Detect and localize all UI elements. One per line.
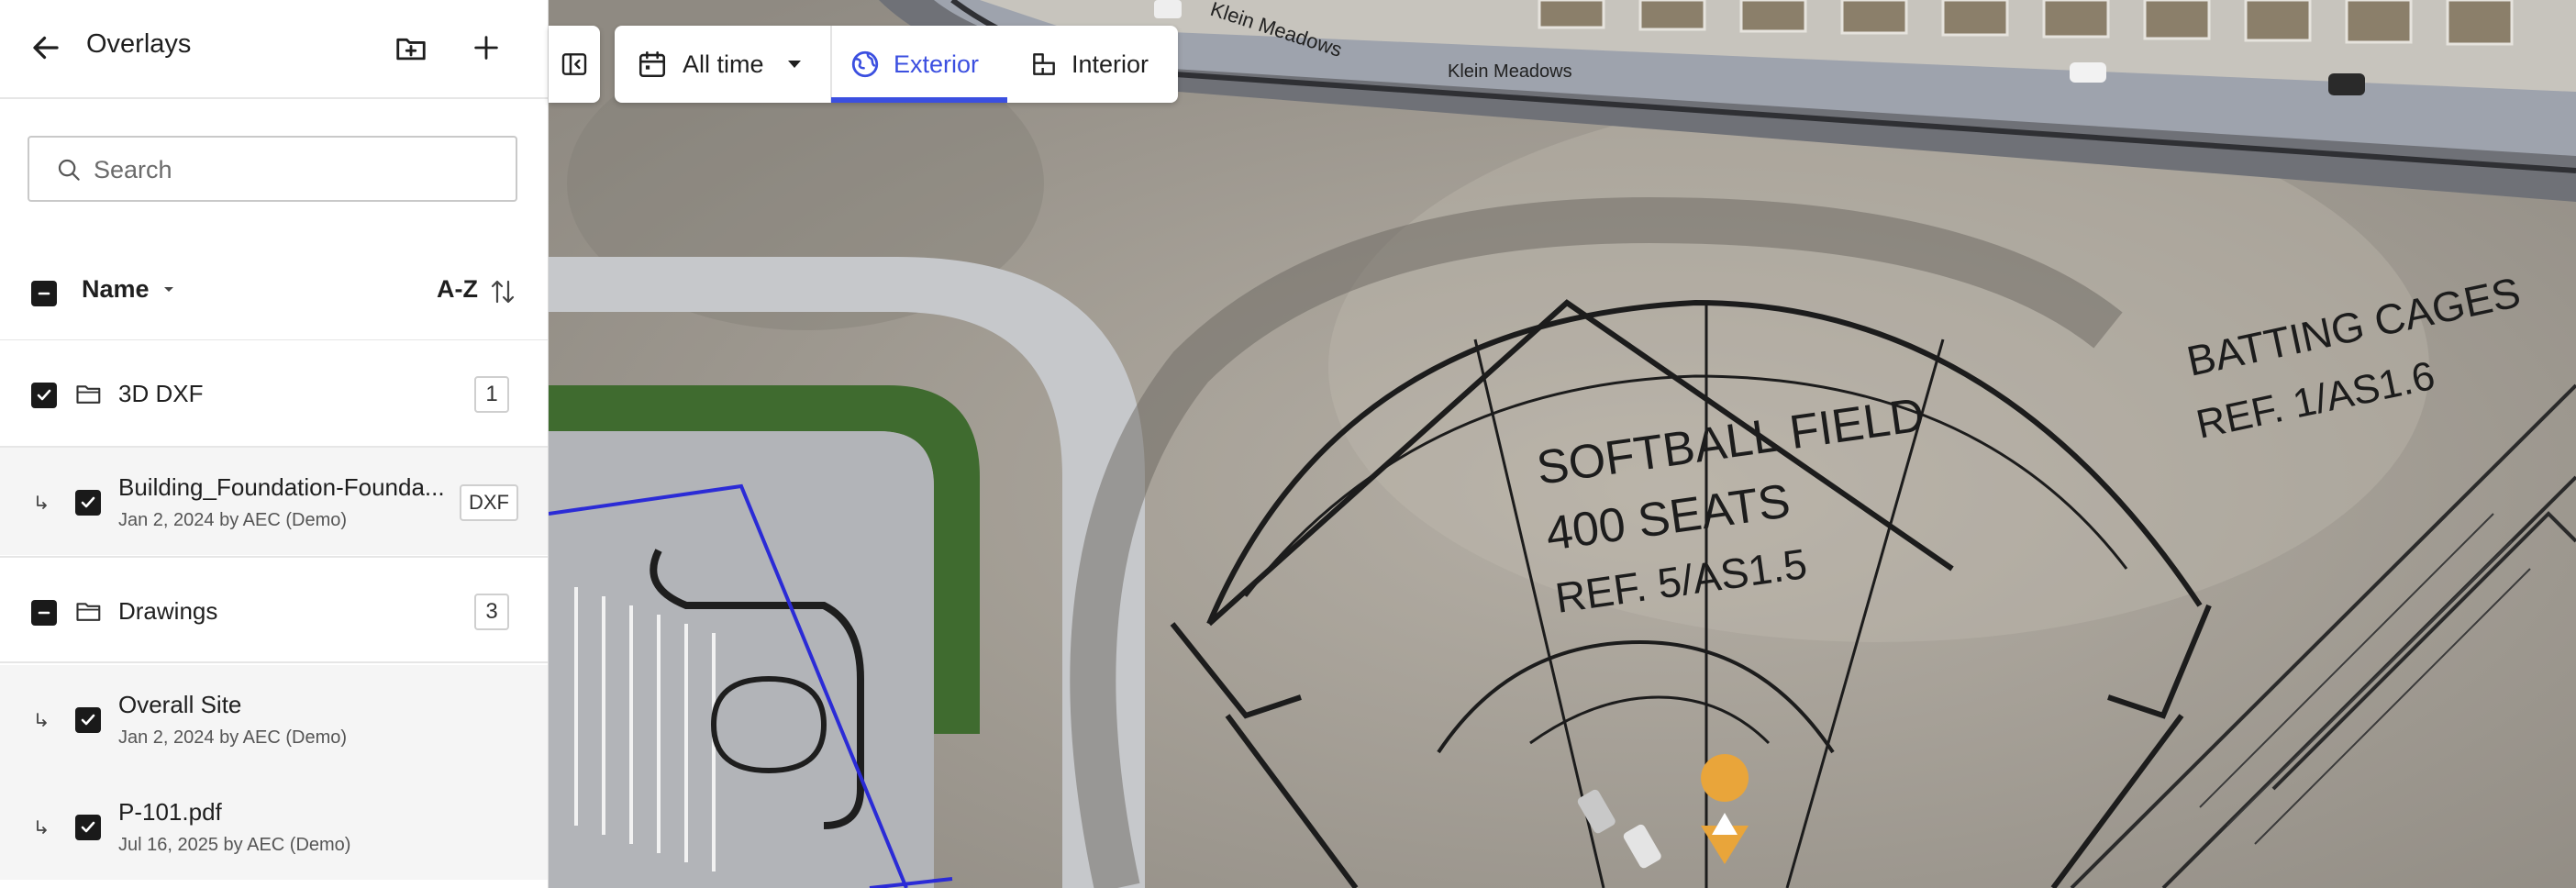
caret-down-icon [163, 286, 173, 292]
overlay-meta: Jan 2, 2024 by AEC (Demo) [118, 510, 348, 530]
new-folder-button[interactable] [389, 26, 433, 70]
overlay-row-building-foundation[interactable]: Building_Foundation-Founda... Jan 2, 202… [0, 448, 548, 555]
minus-icon [38, 292, 50, 295]
row-checkbox[interactable] [75, 490, 101, 516]
overlay-title: Overall Site [118, 691, 242, 718]
panel-header: Overlays [0, 0, 548, 99]
overlay-row-p-101[interactable]: P-101.pdf Jul 16, 2025 by AEC (Demo) [0, 772, 548, 880]
tab-label: Interior [1071, 50, 1149, 78]
time-filter-label: All time [683, 50, 764, 78]
check-icon [81, 496, 95, 508]
overlay-title: Building_Foundation-Founda... [118, 473, 445, 501]
panel-title: Overlays [86, 29, 192, 59]
divider [830, 26, 832, 103]
overlay-meta: Jul 16, 2025 by AEC (Demo) [118, 835, 351, 855]
caret-down-icon [787, 61, 801, 68]
search-input[interactable] [92, 147, 499, 193]
child-arrow-icon [37, 820, 47, 834]
globe-icon [851, 50, 879, 78]
name-column-label: Name [82, 275, 150, 303]
folder-label: Drawings [118, 597, 218, 625]
aerial-imagery: Klein Meadows Klein Meadows SOFTBALL FIE… [549, 0, 2576, 888]
toggle-panel-button[interactable] [549, 26, 600, 103]
tab-interior[interactable]: Interior [1029, 26, 1167, 103]
select-all-checkbox[interactable] [31, 281, 57, 306]
calendar-icon [638, 50, 666, 78]
folder-row-3d-dxf[interactable]: 3D DXF 1 [0, 340, 548, 448]
add-overlay-button[interactable] [464, 26, 508, 70]
tab-exterior[interactable]: Exterior [849, 26, 1004, 103]
child-arrow-icon [37, 713, 47, 727]
folder-icon [76, 603, 101, 621]
list-header: Name A-Z [0, 248, 548, 341]
row-checkbox[interactable] [31, 600, 57, 626]
folder-plus-icon [396, 38, 426, 61]
time-filter-dropdown[interactable]: All time [637, 26, 829, 103]
child-arrow-icon [37, 495, 47, 509]
overlay-meta: Jan 2, 2024 by AEC (Demo) [118, 727, 348, 748]
minus-icon [38, 611, 50, 615]
overlay-row-overall-site[interactable]: Overall Site Jan 2, 2024 by AEC (Demo) [0, 665, 548, 772]
file-type-badge: DXF [460, 484, 518, 521]
search-field[interactable] [28, 136, 517, 202]
tab-label: Exterior [894, 50, 980, 78]
floorplan-icon [1033, 53, 1055, 75]
view-toolbar: All time Exterior Interior [615, 26, 1178, 103]
row-checkbox[interactable] [75, 815, 101, 840]
arrow-left-icon [33, 36, 59, 60]
check-icon [81, 714, 95, 726]
item-count-badge: 1 [474, 376, 509, 413]
row-checkbox[interactable] [75, 707, 101, 733]
back-button[interactable] [26, 28, 66, 68]
search-icon [58, 159, 80, 181]
plus-icon [474, 36, 498, 60]
check-icon [37, 389, 51, 401]
overlay-title: P-101.pdf [118, 798, 222, 826]
folder-label: 3D DXF [118, 380, 204, 407]
folder-icon [76, 385, 101, 404]
name-column-header[interactable]: Name [82, 275, 175, 304]
sort-arrows-icon [491, 280, 515, 304]
item-count-badge: 3 [474, 594, 509, 630]
row-checkbox[interactable] [31, 383, 57, 408]
street-label: Klein Meadows [1448, 61, 1572, 82]
active-tab-indicator [831, 97, 1007, 103]
map-canvas[interactable]: Klein Meadows Klein Meadows SOFTBALL FIE… [549, 0, 2576, 888]
folder-row-drawings[interactable]: Drawings 3 [0, 556, 548, 663]
sort-order-label: A-Z [437, 275, 478, 303]
check-icon [81, 821, 95, 833]
panel-collapse-icon [561, 53, 587, 75]
sort-toggle-button[interactable] [486, 273, 519, 310]
overlays-panel: Overlays Name A-Z [0, 0, 549, 888]
